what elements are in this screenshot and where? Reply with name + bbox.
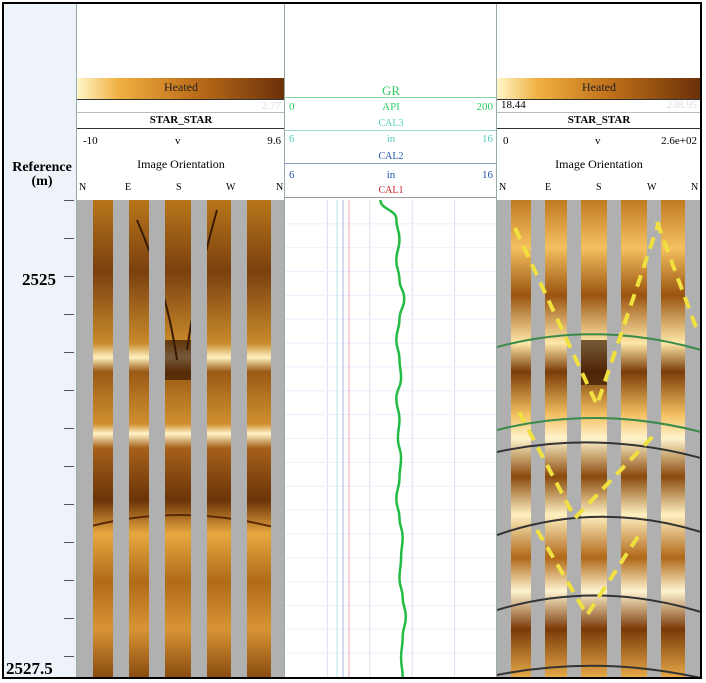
depth-unit: (m)	[31, 174, 53, 189]
cal2-name: CAL2	[378, 151, 404, 162]
cal1-name: CAL1	[378, 185, 404, 196]
left-image-track: Heated 2.77 STAR_STAR -10 v 9.6 Image Or…	[76, 4, 285, 677]
left-scale-max: 9.6	[267, 135, 281, 147]
depth-tick	[64, 238, 74, 239]
left-colorbar-max: 2.77	[261, 100, 281, 112]
right-colorbar-min: 18.44	[501, 99, 526, 111]
left-scale-unit: v	[175, 135, 181, 147]
left-orient-s: S	[176, 182, 182, 193]
depth-tick	[64, 656, 74, 657]
cal3-name: CAL3	[378, 118, 404, 129]
right-image-name: STAR_STAR	[567, 114, 631, 126]
depth-tick	[64, 352, 74, 353]
right-orient-n2: N	[691, 182, 699, 193]
depth-tick	[64, 428, 74, 429]
depth-tick	[64, 390, 74, 391]
depth-tick	[64, 580, 74, 581]
right-borehole-image	[497, 200, 700, 677]
depth-tick	[64, 276, 74, 277]
depth-track: Reference (m) 2525 2527.5	[4, 4, 76, 677]
right-orientation-title: Image Orientation	[555, 157, 643, 171]
depth-label-2525: 2525	[22, 270, 56, 289]
left-colorbar-name: Heated	[164, 80, 198, 94]
left-scale-min: -10	[83, 135, 98, 147]
right-scale-unit: v	[595, 135, 601, 147]
depth-tick	[64, 314, 74, 315]
left-orient-e: E	[125, 182, 132, 193]
depth-label-2527-5: 2527.5	[6, 659, 53, 678]
left-borehole-image	[77, 200, 285, 677]
curve-track: GR 0 API 200 CAL3 6 in 16 CAL2 6 in 16 C…	[284, 4, 497, 677]
gr-max: 200	[476, 101, 494, 113]
right-colorbar: Heated 18.44 238.95	[497, 78, 700, 111]
depth-tick	[64, 542, 74, 543]
left-orientation-title: Image Orientation	[137, 157, 225, 171]
left-orient-n2: N	[276, 182, 284, 193]
cal2-max: 16	[482, 169, 493, 181]
left-image-name: STAR_STAR	[149, 114, 213, 126]
depth-tick	[64, 200, 74, 201]
left-orient-n1: N	[79, 182, 87, 193]
cal3-max: 16	[482, 133, 493, 145]
right-colorbar-max: 238.95	[666, 99, 697, 111]
right-image-track: Heated 18.44 238.95 STAR_STAR 0 v 2.6e+0…	[496, 4, 700, 677]
gr-unit: API	[382, 101, 400, 113]
right-orient-s: S	[596, 182, 602, 193]
right-colorbar-name: Heated	[582, 80, 616, 94]
right-scale-max: 2.6e+02	[661, 135, 697, 147]
cal3-unit: in	[386, 133, 396, 145]
depth-tick	[64, 618, 74, 619]
depth-tick	[64, 466, 74, 467]
log-display: Reference (m) 2525 2527.5 Heated 2.77 ST…	[2, 2, 702, 679]
cal2-unit: in	[386, 169, 396, 181]
gr-plot	[285, 200, 497, 677]
right-orient-e: E	[545, 182, 552, 193]
right-scale-min: 0	[503, 135, 509, 147]
right-orient-n1: N	[499, 182, 507, 193]
right-orient-w: W	[647, 182, 657, 193]
left-colorbar: Heated 2.77	[77, 78, 285, 112]
left-orient-w: W	[226, 182, 236, 193]
depth-tick	[64, 504, 74, 505]
